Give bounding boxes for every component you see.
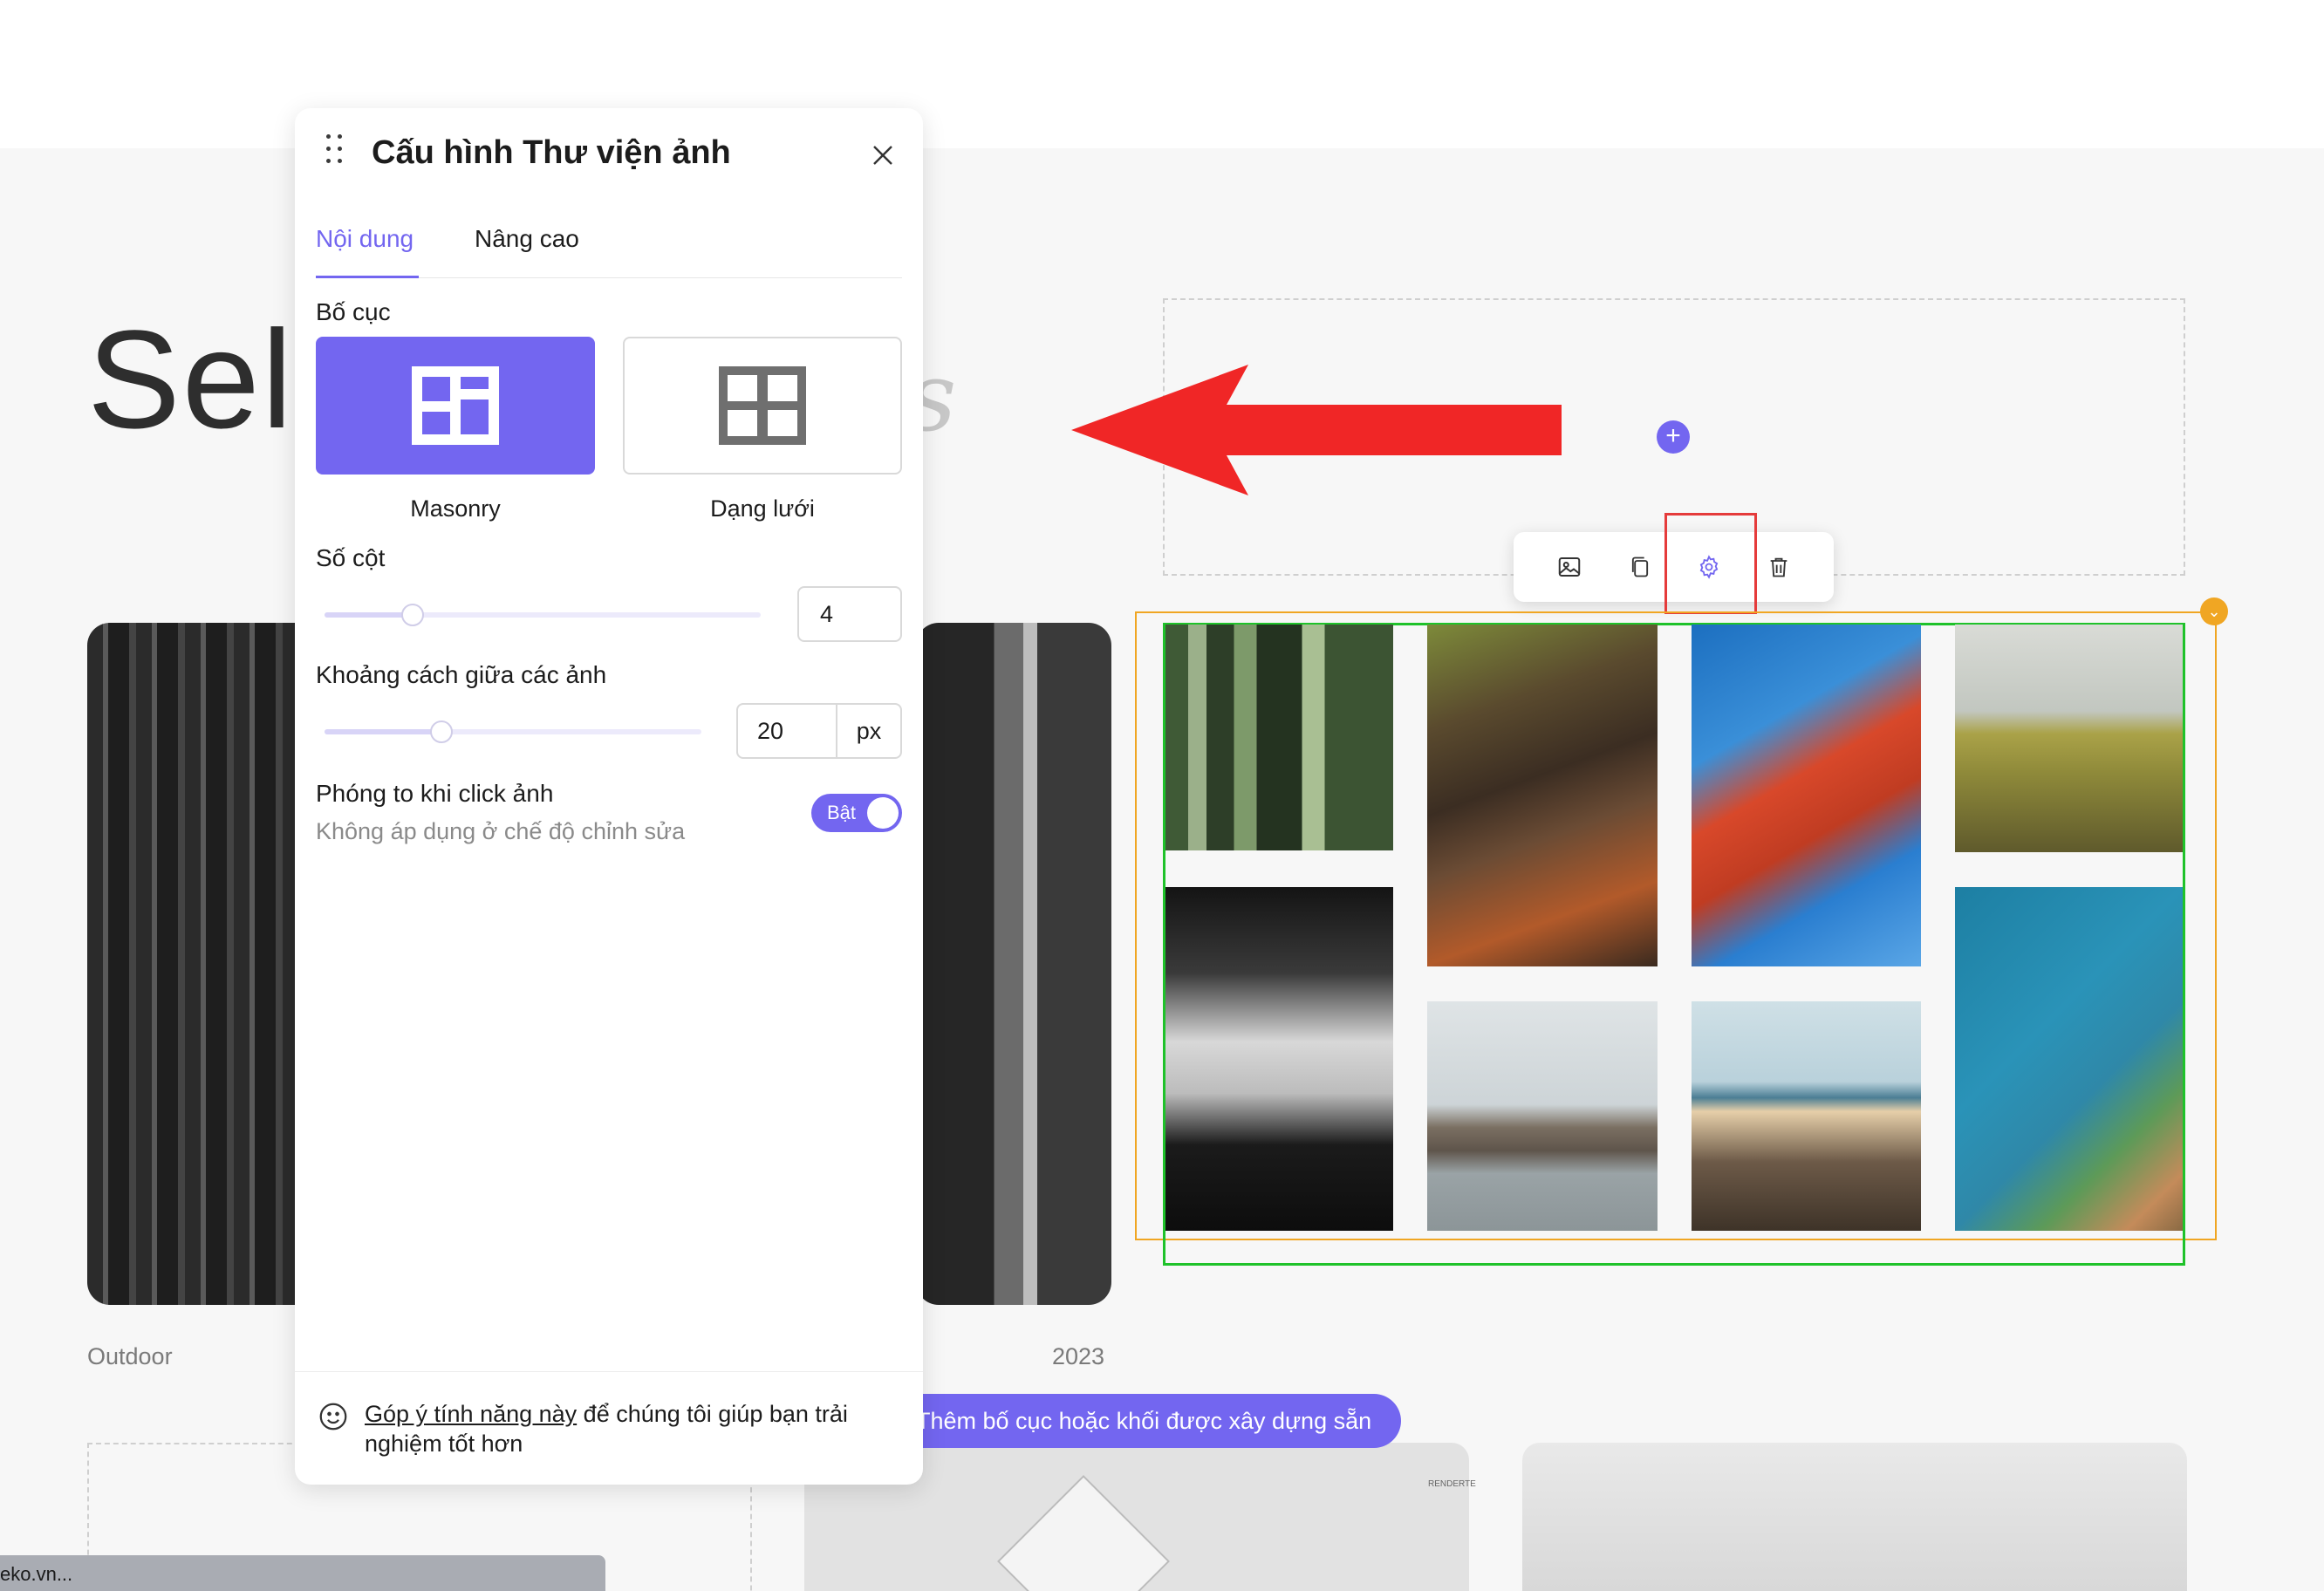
gallery-image[interactable] bbox=[1427, 1001, 1658, 1231]
project-photo-right[interactable] bbox=[916, 623, 1111, 1305]
settings-highlight-box bbox=[1664, 513, 1757, 614]
gallery-settings-panel: Cấu hình Thư viện ảnh Nội dung Nâng cao … bbox=[295, 108, 923, 1485]
layout-option-label: Masonry bbox=[410, 495, 501, 522]
gallery-image[interactable] bbox=[1955, 625, 2183, 852]
gap-label: Khoảng cách giữa các ảnh bbox=[316, 661, 607, 688]
gap-slider-thumb[interactable] bbox=[430, 720, 453, 743]
close-icon[interactable] bbox=[869, 141, 897, 169]
tab-content[interactable]: Nội dung bbox=[316, 225, 414, 253]
project-caption: Outdoor bbox=[87, 1343, 173, 1369]
gallery-image[interactable] bbox=[1165, 887, 1393, 1231]
layout-label: Bố cục bbox=[316, 298, 391, 325]
image-swap-icon[interactable] bbox=[1552, 550, 1587, 584]
layout-option-label: Dạng lưới bbox=[710, 495, 815, 522]
drag-handle-icon[interactable] bbox=[325, 133, 345, 166]
browser-status-bar: eko.vn... bbox=[0, 1555, 605, 1591]
toggle-state-label: Bật bbox=[827, 802, 857, 823]
gallery-image[interactable] bbox=[1955, 887, 2183, 1231]
tab-advanced[interactable]: Nâng cao bbox=[475, 225, 579, 253]
gap-unit-label: px bbox=[856, 718, 882, 744]
zoom-on-click-toggle[interactable]: Bật bbox=[811, 794, 902, 832]
gallery-image[interactable] bbox=[1165, 625, 1393, 850]
smiley-icon bbox=[318, 1401, 349, 1432]
copy-icon[interactable] bbox=[1623, 550, 1658, 584]
columns-input[interactable]: 4 bbox=[797, 586, 902, 642]
gallery-image[interactable] bbox=[1692, 1001, 1921, 1231]
gallery-collapse-handle[interactable]: ⌄ bbox=[2200, 597, 2228, 625]
zoom-on-click-label: Phóng to khi click ảnh bbox=[316, 780, 554, 807]
grid-layout-icon bbox=[719, 366, 806, 445]
trash-icon[interactable] bbox=[1761, 550, 1796, 584]
project-year: 2023 bbox=[1052, 1343, 1105, 1369]
feedback-message: Góp ý tính năng này để chúng tôi giúp bạ… bbox=[365, 1399, 906, 1458]
project-card[interactable] bbox=[1522, 1443, 2187, 1591]
status-url: eko.vn... bbox=[0, 1563, 73, 1585]
columns-label: Số cột bbox=[316, 544, 386, 571]
gallery-image[interactable] bbox=[1427, 625, 1658, 966]
active-tab-indicator bbox=[316, 276, 419, 278]
gap-slider-fill bbox=[325, 729, 443, 734]
layout-option-grid[interactable] bbox=[623, 337, 902, 475]
feedback-link[interactable]: Góp ý tính năng này bbox=[365, 1401, 577, 1427]
columns-slider-fill bbox=[325, 612, 414, 618]
toggle-knob bbox=[867, 797, 899, 829]
masonry-layout-icon bbox=[412, 366, 499, 445]
gallery-image[interactable] bbox=[1692, 625, 1921, 966]
red-arrow-annotation bbox=[1071, 365, 1562, 495]
card-watermark: RENDERTE bbox=[1428, 1479, 1476, 1489]
columns-slider-thumb[interactable] bbox=[401, 604, 424, 626]
add-block-button[interactable]: + bbox=[1657, 420, 1690, 454]
panel-title: Cấu hình Thư viện ảnh bbox=[372, 134, 731, 171]
add-layout-button[interactable]: Thêm bố cục hoặc khối được xây dựng sẵn bbox=[890, 1394, 1402, 1448]
gap-input-group: 20 px bbox=[736, 703, 902, 759]
gap-input[interactable]: 20 bbox=[738, 705, 837, 757]
footer-divider bbox=[295, 1371, 923, 1372]
zoom-on-click-hint: Không áp dụng ở chế độ chỉnh sửa bbox=[316, 818, 686, 844]
layout-option-masonry[interactable] bbox=[316, 337, 595, 475]
